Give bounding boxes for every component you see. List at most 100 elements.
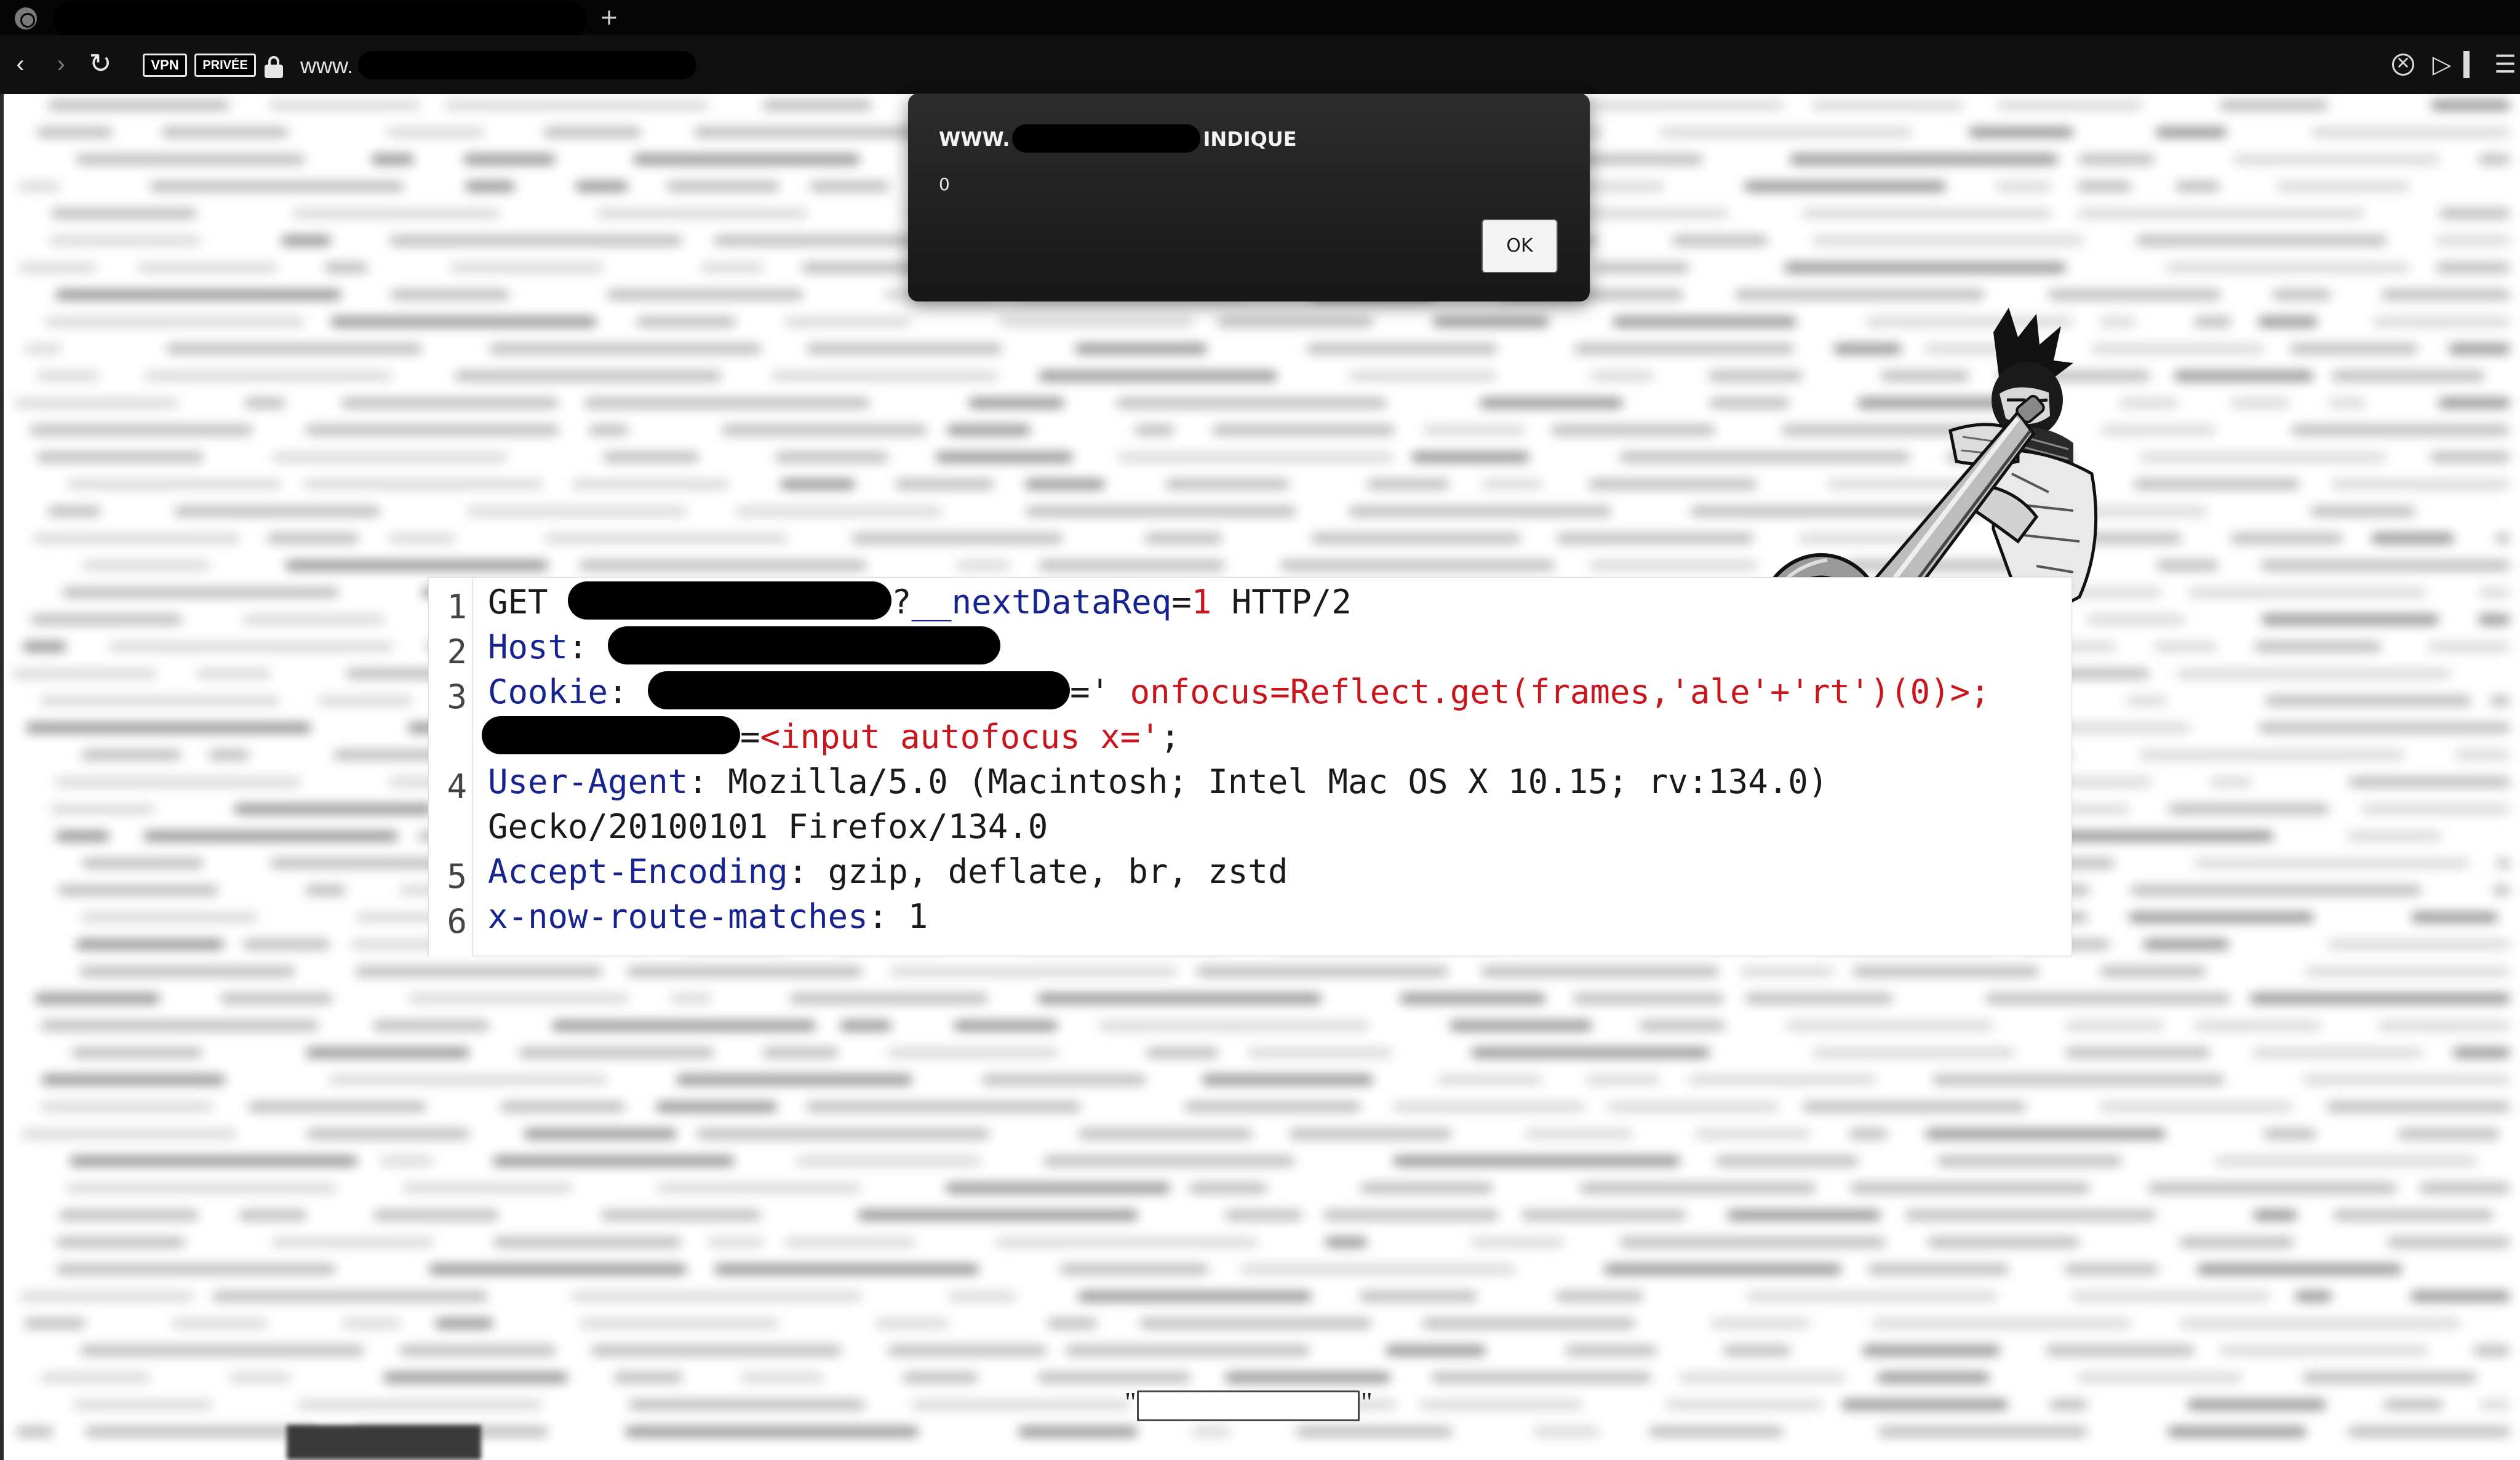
blurred-text-fragment [23, 642, 66, 652]
forward-icon[interactable]: › [46, 49, 76, 79]
blurred-text-fragment [271, 1237, 434, 1247]
vpn-badge[interactable]: VPN [143, 54, 187, 77]
blurred-text-fragment [1723, 1346, 1791, 1355]
blurred-text-fragment [1037, 994, 1322, 1003]
blurred-text-fragment [2378, 1021, 2510, 1031]
blurred-text-fragment [2177, 669, 2451, 679]
blurred-text-fragment [1801, 209, 2052, 218]
blurred-text-fragment [2250, 994, 2510, 1003]
send-icon[interactable]: ▷ [2426, 51, 2457, 78]
sidebar-icon[interactable] [2463, 51, 2472, 78]
header-name: Accept-Encoding [488, 852, 788, 891]
blurred-text-fragment [1146, 1048, 1219, 1058]
blurred-text-fragment [62, 588, 339, 597]
cookie-terminator: ; [1160, 717, 1181, 756]
reload-icon[interactable]: ↻ [85, 49, 116, 79]
ok-button[interactable]: OK [1481, 219, 1558, 273]
lock-icon[interactable] [265, 56, 283, 78]
blurred-text-fragment [2099, 1102, 2293, 1112]
blurred-text-fragment [2230, 533, 2343, 543]
blurred-text-fragment [399, 1346, 556, 1355]
back-icon[interactable]: ‹ [5, 49, 36, 79]
blurred-text-fragment [1437, 1075, 1542, 1085]
blurred-text-fragment [1862, 1346, 2000, 1355]
request-line: GET ?__nextDataReq=1 HTTP/2 [488, 581, 1352, 621]
blurred-text-fragment [1202, 1075, 1373, 1085]
query-equals: = [1171, 583, 1192, 621]
blurred-text-fragment [789, 994, 988, 1003]
blurred-text-fragment [383, 1373, 568, 1382]
blurred-text-fragment [1192, 1427, 1230, 1437]
blurred-text-fragment [544, 533, 788, 543]
blurred-text-fragment [1665, 1400, 1823, 1410]
blurred-text-fragment [47, 506, 101, 516]
blurred-text-fragment [1078, 1291, 1312, 1301]
blurred-text-fragment [1812, 1048, 2016, 1058]
blurred-text-fragment [76, 154, 305, 164]
blurred-text-fragment [887, 1048, 1059, 1058]
blurred-text-fragment [1018, 1427, 1138, 1437]
blurred-text-fragment [2077, 1373, 2243, 1382]
blurred-text-fragment [571, 1291, 862, 1301]
blurred-text-fragment [1431, 1373, 1651, 1382]
blurred-text-fragment [2166, 263, 2410, 273]
blurred-text-fragment [666, 182, 780, 191]
blurred-text-fragment [696, 1129, 990, 1139]
blurred-text-fragment [56, 1237, 185, 1247]
new-tab-button[interactable]: + [592, 1, 626, 36]
blurred-text-fragment [1672, 236, 1768, 245]
blurred-text-fragment [1419, 1400, 1583, 1410]
blurred-text-fragment [137, 263, 277, 273]
blurred-text-fragment [341, 1318, 401, 1328]
blurred-text-fragment [851, 533, 1063, 543]
blurred-text-fragment [2262, 615, 2439, 624]
blurred-text-fragment [601, 1210, 761, 1220]
blurred-text-fragment [56, 1264, 336, 1274]
blurred-text-fragment [2430, 452, 2510, 462]
blurred-text-fragment [143, 831, 398, 841]
blurred-text-fragment [572, 479, 730, 489]
blurred-text-fragment [2348, 1427, 2510, 1437]
injected-input[interactable] [1137, 1390, 1360, 1421]
blurred-text-fragment [466, 506, 687, 516]
blurred-text-fragment [2438, 398, 2510, 408]
blurred-text-fragment [1557, 533, 1753, 543]
blurred-text-fragment [552, 1021, 816, 1031]
blurred-text-fragment [55, 831, 110, 841]
blurred-text-fragment [305, 425, 559, 435]
blurred-text-fragment [1144, 533, 1222, 543]
blurred-text-fragment [806, 1102, 1081, 1112]
line-number: 6 [447, 902, 467, 941]
blurred-text-fragment [18, 182, 60, 191]
blurred-text-fragment [1212, 425, 1395, 435]
blurred-text-fragment [584, 398, 870, 408]
extension-icon[interactable]: ✕ [2390, 51, 2417, 78]
active-tab[interactable] [53, 1, 587, 37]
blurred-text-fragment [2276, 182, 2410, 191]
blurred-text-fragment [41, 1373, 151, 1382]
blurred-text-fragment [2091, 344, 2264, 354]
blurred-text-fragment [1134, 425, 1174, 435]
blurred-text-fragment [1590, 371, 1654, 381]
blurred-text-fragment [1360, 1183, 1493, 1193]
blurred-text-fragment [1311, 533, 1521, 543]
blurred-text-fragment [1525, 1129, 1633, 1139]
blurred-text-fragment [1932, 1075, 2225, 1085]
menu-icon[interactable]: ☰ [2493, 51, 2518, 78]
address-bar[interactable]: www. [300, 52, 353, 79]
blurred-text-fragment [1784, 263, 2066, 273]
blurred-text-fragment [2215, 1156, 2478, 1166]
blurred-text-fragment [656, 1102, 777, 1112]
blurred-text-fragment [627, 967, 863, 976]
blurred-text-fragment [40, 696, 280, 706]
blurred-text-fragment [2478, 154, 2510, 164]
blurred-text-fragment [85, 1427, 316, 1437]
blurred-text-fragment [2078, 154, 2155, 164]
blurred-text-fragment [1744, 182, 1946, 191]
blurred-text-fragment [18, 263, 97, 273]
blurred-text-fragment [303, 479, 543, 489]
header-value: 1 [907, 897, 928, 936]
xss-payload: <input autofocus x=' [760, 717, 1160, 756]
blurred-text-fragment [2071, 1291, 2270, 1301]
blurred-text-fragment [2064, 1264, 2158, 1274]
